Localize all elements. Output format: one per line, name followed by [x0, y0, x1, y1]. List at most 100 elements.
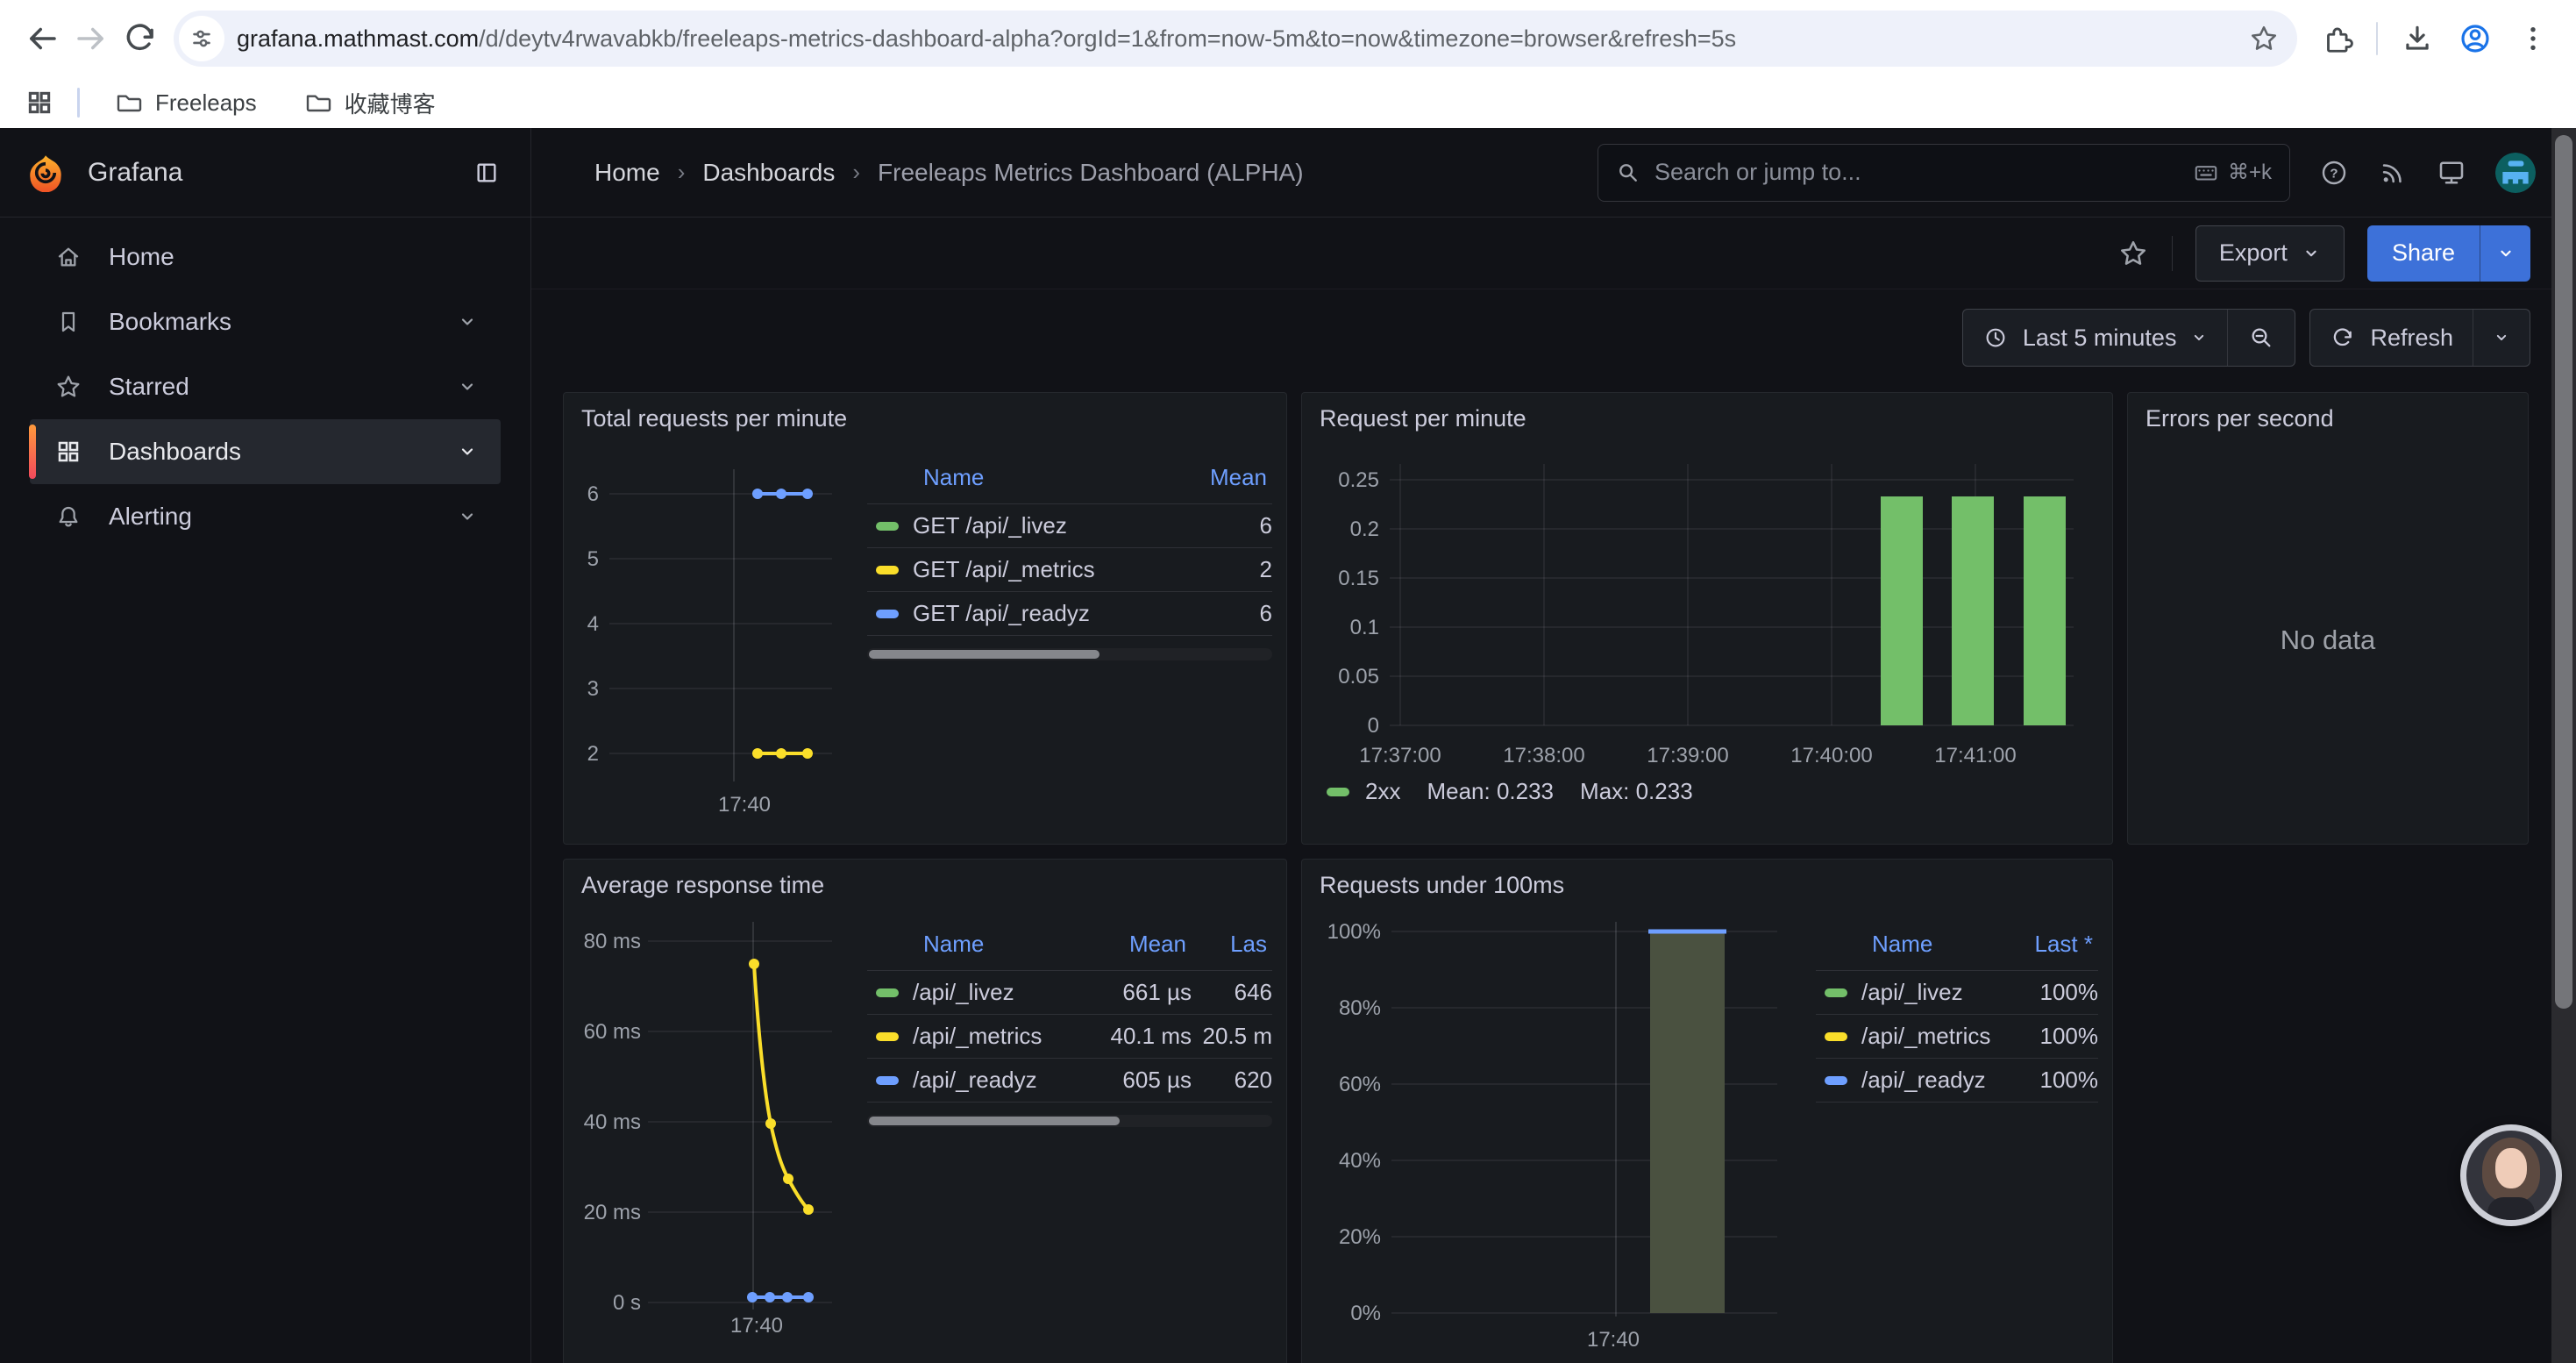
share-button[interactable]: Share — [2367, 225, 2480, 282]
column-mean[interactable]: Mean — [1162, 464, 1267, 491]
bookmark-folder-label: 收藏博客 — [345, 87, 436, 119]
search-box[interactable]: ⌘+k — [1598, 144, 2290, 202]
panel-title[interactable]: Total requests per minute — [564, 393, 1286, 436]
svg-text:17:38:00: 17:38:00 — [1503, 744, 1584, 767]
help-icon[interactable]: ? — [2318, 157, 2350, 189]
svg-text:80%: 80% — [1339, 996, 1381, 1020]
series-toggle[interactable]: /api/_metrics — [1816, 1023, 1993, 1050]
column-name[interactable]: Name — [867, 464, 1162, 491]
svg-text:17:39:00: 17:39:00 — [1647, 744, 1728, 767]
panel-requests-under-100ms: Requests under 100ms 100% 80% 60% 40% 20… — [1301, 859, 2113, 1363]
column-name[interactable]: Name — [1816, 931, 1988, 958]
url-bar[interactable]: grafana.mathmast.com/d/deytv4rwavabkb/fr… — [174, 11, 2297, 67]
zoom-out-button[interactable] — [2227, 310, 2295, 366]
series-mean: 6 — [1167, 600, 1272, 627]
export-label: Export — [2219, 239, 2288, 267]
series-toggle[interactable]: GET /api/_livez — [867, 512, 1167, 539]
sidebar-item-starred[interactable]: Starred — [30, 354, 501, 419]
share-split-button: Share — [2367, 225, 2530, 282]
site-settings-icon[interactable] — [179, 16, 224, 61]
series-toggle[interactable]: /api/_metrics — [867, 1023, 1069, 1050]
panel-title[interactable]: Request per minute — [1302, 393, 2112, 436]
bookmark-folder-label: Freeleaps — [155, 89, 257, 117]
refresh-interval-button[interactable] — [2473, 310, 2530, 366]
back-icon[interactable] — [18, 14, 67, 63]
favorite-star-icon[interactable] — [2117, 238, 2149, 269]
sidebar-item-label: Home — [109, 243, 478, 271]
news-rss-icon[interactable] — [2378, 158, 2408, 188]
series-toggle[interactable]: /api/_readyz — [867, 1067, 1069, 1094]
svg-text:2: 2 — [587, 742, 599, 766]
svg-text:0.25: 0.25 — [1338, 468, 1379, 492]
series-toggle[interactable]: /api/_readyz — [1816, 1067, 1993, 1094]
svg-text:17:40: 17:40 — [718, 793, 771, 817]
chevron-down-icon — [2496, 244, 2516, 263]
downloads-icon[interactable] — [2401, 22, 2434, 55]
page-scrollbar-thumb[interactable] — [2555, 135, 2572, 1009]
chevron-down-icon[interactable] — [457, 506, 478, 527]
chart-legend: 2xx Mean: 0.233 Max: 0.233 — [1314, 771, 2096, 807]
legend-table: Name Last * /api/_livez 100% /api/_metri… — [1816, 925, 2098, 1363]
sidebar-item-bookmarks[interactable]: Bookmarks — [30, 289, 501, 354]
profile-icon[interactable] — [2457, 20, 2494, 57]
browser-menu-icon[interactable] — [2516, 22, 2550, 55]
sidebar-item-dashboards[interactable]: Dashboards — [30, 419, 501, 484]
breadcrumb-dashboards[interactable]: Dashboards — [702, 159, 835, 187]
bookmark-star-icon[interactable] — [2248, 23, 2280, 54]
column-last[interactable]: Last * — [1988, 931, 2093, 958]
grafana-app: Grafana Home › Dashboards › Freeleaps Me… — [0, 128, 2576, 1363]
reload-icon[interactable] — [116, 14, 165, 63]
grafana-logo-icon[interactable] — [26, 153, 65, 192]
breadcrumb-home[interactable]: Home — [594, 159, 660, 187]
series-toggle[interactable]: GET /api/_readyz — [867, 600, 1167, 627]
bar-chart[interactable]: 0.25 0.2 0.15 0.1 0.05 0 17:37:00 17:38:… — [1314, 438, 2091, 771]
svg-text:100%: 100% — [1327, 920, 1381, 944]
sidebar-item-home[interactable]: Home — [30, 225, 501, 289]
bookmark-folder-blogs[interactable]: 收藏博客 — [292, 82, 448, 125]
forward-icon[interactable] — [67, 14, 116, 63]
sidebar-item-alerting[interactable]: Alerting — [30, 484, 501, 549]
sidebar-item-label: Starred — [109, 373, 431, 401]
series-toggle[interactable]: GET /api/_metrics — [867, 556, 1167, 583]
chevron-down-icon[interactable] — [457, 311, 478, 332]
sidebar-item-label: Dashboards — [109, 438, 431, 466]
panel-title[interactable]: Average response time — [564, 860, 1286, 903]
panel-title[interactable]: Requests under 100ms — [1302, 860, 2112, 903]
series-toggle[interactable]: 2xx — [1327, 778, 1400, 805]
floating-avatar[interactable] — [2460, 1124, 2562, 1226]
chevron-down-icon[interactable] — [457, 441, 478, 462]
user-avatar[interactable] — [2495, 153, 2536, 193]
series-last: 646 — [1192, 979, 1272, 1006]
legend-scrollbar[interactable] — [867, 648, 1272, 660]
svg-text:0.15: 0.15 — [1338, 567, 1379, 590]
time-range-picker[interactable]: Last 5 minutes — [1963, 310, 2228, 366]
export-button[interactable]: Export — [2195, 225, 2345, 282]
series-swatch — [876, 566, 899, 574]
refresh-button[interactable]: Refresh — [2310, 310, 2473, 366]
keyboard-icon — [2193, 160, 2219, 186]
bar-chart[interactable]: 100% 80% 60% 40% 20% 0% 17:40 — [1311, 904, 1784, 1353]
series-toggle[interactable]: /api/_livez — [1816, 979, 1993, 1006]
series-last: 100% — [1993, 979, 2098, 1006]
chevron-down-icon — [2190, 329, 2208, 346]
column-mean[interactable]: Mean — [1064, 931, 1186, 958]
bookmark-folder-freeleaps[interactable]: Freeleaps — [103, 83, 269, 122]
column-name[interactable]: Name — [867, 931, 1064, 958]
timeseries-chart[interactable]: 6 5 4 3 2 17:40 — [573, 438, 836, 824]
share-menu-button[interactable] — [2480, 225, 2530, 282]
series-toggle[interactable]: /api/_livez — [867, 979, 1069, 1006]
chevron-down-icon[interactable] — [457, 376, 478, 397]
sidebar-toggle-icon[interactable] — [473, 159, 501, 187]
extensions-icon[interactable] — [2320, 22, 2353, 55]
series-last: 100% — [1993, 1023, 2098, 1050]
svg-text:0: 0 — [1368, 714, 1379, 738]
column-last[interactable]: Las — [1186, 931, 1267, 958]
timeseries-chart[interactable]: 80 ms 60 ms 40 ms 20 ms 0 s 17:40 — [573, 904, 836, 1336]
search-icon — [1616, 161, 1640, 185]
search-input[interactable] — [1654, 159, 2179, 186]
kiosk-monitor-icon[interactable] — [2436, 157, 2467, 189]
series-mean: 2 — [1167, 556, 1272, 583]
apps-grid-icon[interactable] — [25, 88, 54, 118]
panel-title[interactable]: Errors per second — [2128, 393, 2528, 436]
legend-scrollbar[interactable] — [867, 1115, 1272, 1127]
